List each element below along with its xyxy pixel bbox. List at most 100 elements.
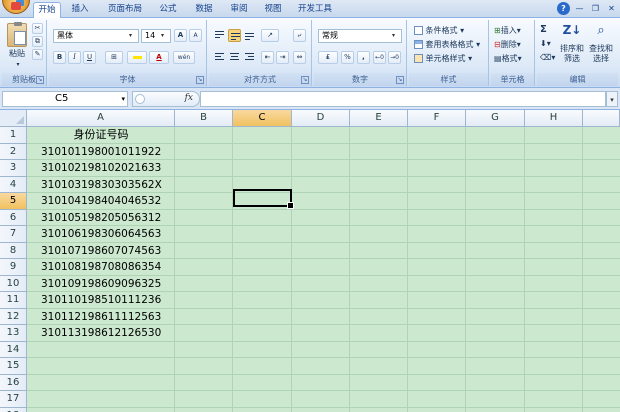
cell-id-number[interactable]: 310113198612126530 — [41, 325, 161, 342]
row-header-11[interactable]: 11 — [0, 292, 27, 309]
column-header-partial[interactable] — [583, 110, 620, 127]
paste-dropdown-icon[interactable]: ▾ — [11, 60, 25, 70]
fill-icon[interactable]: ⬇▾ — [539, 37, 557, 51]
font-color-button[interactable]: A — [149, 51, 169, 64]
expand-formula-bar-icon[interactable]: ▾ — [606, 91, 618, 107]
merge-center-icon[interactable]: ⇔ — [293, 51, 306, 64]
tab-home[interactable]: 开始 — [33, 2, 61, 19]
formula-handle-icon[interactable] — [135, 94, 145, 104]
name-box[interactable]: C5 ▾ — [2, 91, 128, 107]
wrap-text-icon[interactable]: ⤶ — [293, 29, 306, 42]
row-header-13[interactable]: 13 — [0, 325, 27, 342]
tab-formulas[interactable]: 公式 — [154, 2, 182, 18]
comma-button[interactable]: , — [357, 51, 370, 64]
column-header-h[interactable]: H — [525, 110, 583, 127]
cut-icon[interactable]: ✂ — [32, 23, 43, 34]
align-bottom-icon[interactable] — [243, 29, 256, 42]
number-format-select[interactable]: 常规 ▾ — [318, 29, 402, 43]
row-header-5[interactable]: 5 — [0, 193, 27, 210]
underline-button[interactable]: U — [83, 51, 96, 64]
font-launcher-icon[interactable]: ↘ — [196, 76, 204, 84]
autosum-button[interactable]: Σ — [539, 23, 557, 37]
copy-icon[interactable]: ⧉ — [32, 36, 43, 47]
orientation-icon[interactable]: ↗ — [261, 29, 279, 42]
row-header-12[interactable]: 12 — [0, 308, 27, 325]
column-header-a[interactable]: A — [27, 110, 175, 127]
cell-id-number[interactable]: 310109198609096325 — [41, 276, 161, 293]
row-header-4[interactable]: 4 — [0, 176, 27, 193]
align-middle-icon[interactable] — [228, 29, 241, 42]
find-select-label-2[interactable]: 选择 — [586, 54, 616, 64]
column-header-e[interactable]: E — [350, 110, 408, 127]
sort-filter-label-2[interactable]: 筛选 — [557, 54, 587, 64]
tab-developer[interactable]: 开发工具 — [294, 2, 336, 18]
tab-review[interactable]: 审阅 — [225, 2, 253, 18]
row-header-9[interactable]: 9 — [0, 259, 27, 276]
office-button[interactable] — [2, 0, 30, 14]
close-icon[interactable]: ✕ — [605, 2, 618, 15]
row-header-2[interactable]: 2 — [0, 143, 27, 160]
borders-button[interactable]: ⊞ — [105, 51, 123, 64]
alignment-launcher-icon[interactable]: ↘ — [301, 76, 309, 84]
row-header-17[interactable]: 17 — [0, 391, 27, 408]
tab-page-layout[interactable]: 页面布局 — [104, 2, 146, 18]
row-header-18[interactable]: 18 — [0, 407, 27, 412]
cell-a1-header[interactable]: 身份证号码 — [27, 127, 175, 144]
row-header-6[interactable]: 6 — [0, 209, 27, 226]
row-header-10[interactable]: 10 — [0, 275, 27, 292]
paste-button-label[interactable]: 粘贴 — [4, 49, 30, 59]
sort-filter-label-1[interactable]: 排序和 — [557, 44, 587, 54]
row-header-15[interactable]: 15 — [0, 358, 27, 375]
conditional-format-button[interactable]: 条件格式 ▾ — [413, 24, 487, 38]
number-launcher-icon[interactable]: ↘ — [396, 76, 404, 84]
clipboard-launcher-icon[interactable]: ↘ — [36, 76, 44, 84]
phonetic-button[interactable]: wén — [173, 51, 195, 64]
find-select-icon[interactable]: ⌕ — [590, 23, 612, 43]
row-header-1[interactable]: 1 — [0, 127, 27, 144]
row-header-7[interactable]: 7 — [0, 226, 27, 243]
tab-insert[interactable]: 插入 — [66, 2, 94, 18]
format-cells-button[interactable]: ▤格式▾ — [493, 52, 533, 66]
column-header-b[interactable]: B — [175, 110, 233, 127]
align-right-icon[interactable] — [243, 51, 256, 64]
cell-styles-button[interactable]: 单元格样式 ▾ — [413, 52, 487, 66]
grow-font-button[interactable]: A — [174, 29, 187, 42]
column-header-f[interactable]: F — [408, 110, 466, 127]
cell-id-number[interactable]: 310112198611112563 — [41, 309, 161, 326]
cell-id-number[interactable]: 310105198205056312 — [41, 210, 161, 227]
row-header-3[interactable]: 3 — [0, 160, 27, 177]
cell-id-number[interactable]: 310107198607074563 — [41, 243, 161, 260]
decrease-indent-icon[interactable]: ⇤ — [261, 51, 274, 64]
insert-function-button[interactable]: fx — [185, 93, 193, 103]
align-top-icon[interactable] — [213, 29, 226, 42]
format-painter-icon[interactable]: ✎ — [32, 49, 43, 60]
help-icon[interactable]: ? — [557, 2, 570, 15]
paste-icon[interactable] — [7, 22, 27, 47]
align-center-icon[interactable] — [228, 51, 241, 64]
select-all-button[interactable] — [0, 110, 27, 127]
insert-cells-button[interactable]: ⊞插入▾ — [493, 24, 533, 38]
bold-button[interactable]: B — [53, 51, 66, 64]
tab-data[interactable]: 数据 — [190, 2, 218, 18]
align-left-icon[interactable] — [213, 51, 226, 64]
clear-icon[interactable]: ⌫▾ — [539, 51, 557, 65]
row-header-8[interactable]: 8 — [0, 242, 27, 259]
increase-decimal-icon[interactable]: ←0 — [373, 51, 386, 64]
column-header-g[interactable]: G — [466, 110, 525, 127]
format-as-table-button[interactable]: 套用表格格式 ▾ — [413, 38, 487, 52]
sort-filter-icon[interactable]: Z↓ — [561, 23, 583, 43]
cell-id-number[interactable]: 310101198001011922 — [41, 144, 161, 161]
increase-indent-icon[interactable]: ⇥ — [276, 51, 289, 64]
currency-icon[interactable]: ₤ — [318, 51, 338, 64]
italic-button[interactable]: I — [68, 51, 81, 64]
column-header-d[interactable]: D — [292, 110, 350, 127]
cell-id-number[interactable]: 31010319830303562X — [41, 177, 162, 194]
delete-cells-button[interactable]: ⊟删除▾ — [493, 38, 533, 52]
active-cell-selection[interactable] — [233, 189, 294, 209]
column-header-c[interactable]: C — [233, 110, 292, 127]
cell-id-number[interactable]: 310102198102021633 — [41, 160, 161, 177]
font-size-select[interactable]: 14 ▾ — [141, 29, 171, 43]
cell-id-number[interactable]: 310106198306064563 — [41, 226, 161, 243]
percent-button[interactable]: % — [341, 51, 354, 64]
worksheet-grid[interactable]: A B C D E F G H 1 身份证号码 2 31010119800101192… — [0, 110, 620, 412]
